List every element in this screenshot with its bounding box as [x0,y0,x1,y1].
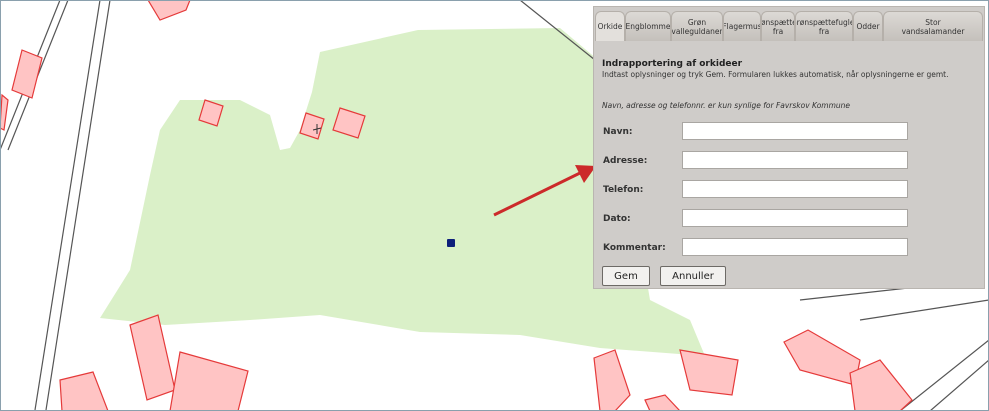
building [59,371,109,411]
tab-groen-valleguldaner[interactable]: Grøn valleguldaner [671,11,723,41]
category-tabs: Orkide Engblomme Grøn valleguldaner Flag… [594,7,986,47]
building [783,329,861,386]
phone-input[interactable] [682,180,908,198]
save-button[interactable]: Gem [602,266,650,286]
building [0,93,9,131]
tab-odder[interactable]: Odder [853,11,883,41]
form-description: Indtast oplysninger og tryk Gem. Formula… [602,70,949,79]
tab-groenspaettefugle[interactable]: Grønspættefuglef fra [795,11,853,41]
location-marker[interactable] [447,239,455,247]
name-input[interactable] [682,122,908,140]
building [593,349,631,411]
building [129,314,176,401]
building [849,359,913,411]
building [147,0,191,21]
report-form: Indrapportering af orkideer Indtast oply… [594,47,986,290]
form-title: Indrapportering af orkideer [602,59,743,69]
comment-label: Kommentar: [603,243,666,253]
address-label: Adresse: [603,156,648,166]
tab-flagermus[interactable]: Flagermus [723,11,761,41]
cancel-button[interactable]: Annuller [660,266,726,286]
building [11,49,43,99]
name-label: Navn: [603,127,633,137]
building [644,394,681,411]
building [679,349,739,396]
phone-label: Telefon: [603,185,644,195]
date-input[interactable] [682,209,908,227]
tab-stor-vandsalamander[interactable]: Stor vandsalamander [883,11,983,41]
address-input[interactable] [682,151,908,169]
comment-input[interactable] [682,238,908,256]
form-privacy-note: Navn, adresse og telefonnr. er kun synli… [602,101,851,110]
date-label: Dato: [603,214,631,224]
building [169,351,249,411]
tab-engblomme[interactable]: Engblomme [625,11,671,41]
tab-groenspaettefa[interactable]: Grønspættefå fra [761,11,795,41]
tab-orkide[interactable]: Orkide [595,11,625,41]
report-form-panel: Orkide Engblomme Grøn valleguldaner Flag… [593,6,985,289]
